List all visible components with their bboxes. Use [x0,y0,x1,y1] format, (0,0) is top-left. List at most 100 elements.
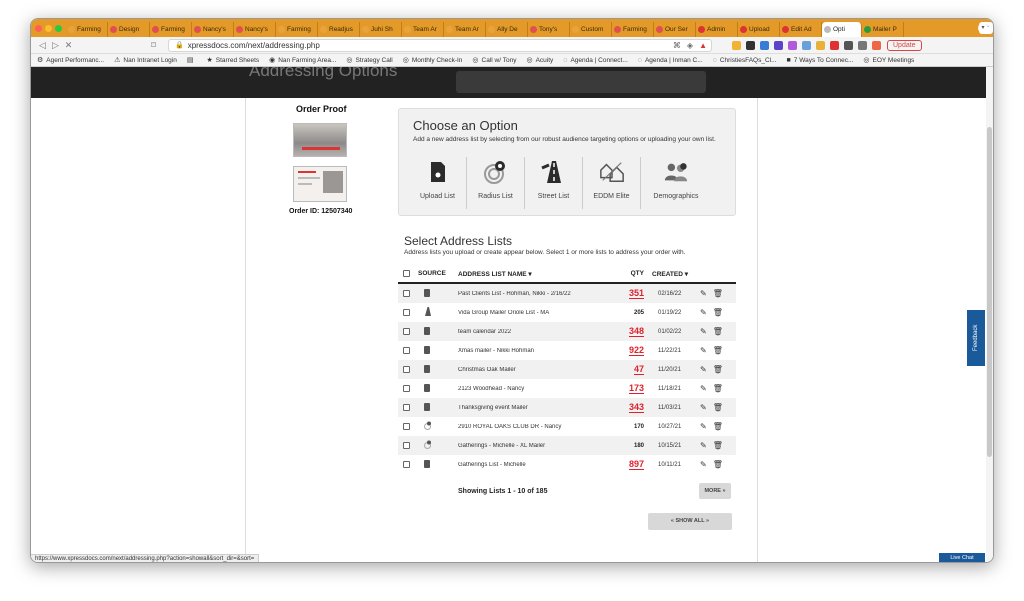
profile-icon[interactable] [872,40,881,50]
row-checkbox[interactable] [403,442,410,449]
scrollbar-thumb[interactable] [987,127,992,457]
forward-icon[interactable]: ▷ [49,40,62,51]
maximize-window-icon[interactable] [55,24,62,32]
row-checkbox[interactable] [403,347,410,354]
extension-icon[interactable] [732,40,741,50]
puzzle-icon[interactable] [844,40,853,50]
browser-tab[interactable]: Admin [696,22,738,37]
extension-icon[interactable] [802,40,811,50]
trash-icon[interactable]: 🗑 [713,346,723,355]
feedback-tab[interactable]: Feedback [967,310,985,366]
browser-tab[interactable]: Opti [822,22,862,37]
browser-tab[interactable]: Farming [66,22,108,37]
bookmark-item[interactable]: ◉ Nan Farming Area... [269,56,336,65]
list-qty[interactable]: 343 [628,402,644,413]
browser-tab[interactable]: Upload [738,22,780,37]
update-button[interactable]: Update [887,39,922,51]
extension-icon[interactable] [760,40,769,50]
bookmark-item[interactable]: ◎ Acuity [526,56,553,65]
bookmark-item[interactable]: ★ Starred Sheets [206,56,259,65]
list-qty[interactable]: 922 [628,345,644,356]
list-qty[interactable]: 348 [628,326,644,337]
row-checkbox[interactable] [403,461,410,468]
edit-icon[interactable]: ✎ [700,365,707,374]
row-checkbox[interactable] [403,404,410,411]
browser-tab[interactable]: Team Ar [444,22,486,37]
url-field[interactable]: 🔒 xpressdocs.com/next/addressing.php ⌘ ◈… [168,38,712,52]
option-demographics[interactable]: Demographics [641,157,711,209]
minimize-window-icon[interactable] [45,24,52,32]
bookmark-item[interactable]: ⚙ Agent Performanc... [37,56,104,65]
browser-tab[interactable]: Ally De [486,22,528,37]
browser-tab[interactable]: Tony's [528,22,570,37]
bookmark-item[interactable]: ▤ [187,56,197,64]
browser-tab[interactable]: Readjus [318,22,360,37]
trash-icon[interactable]: 🗑 [713,460,723,469]
row-checkbox[interactable] [403,328,410,335]
row-checkbox[interactable] [403,423,410,430]
edit-icon[interactable]: ✎ [700,289,707,298]
trash-icon[interactable]: 🗑 [713,289,723,298]
column-created[interactable]: CREATED ▾ [646,270,688,278]
browser-tab[interactable]: Farming [612,22,654,37]
browser-tab[interactable]: Our Ser [654,22,696,37]
edit-icon[interactable]: ✎ [700,422,707,431]
browser-tab[interactable]: Nancy's [192,22,234,37]
trash-icon[interactable]: 🗑 [713,308,723,317]
bookmark-item[interactable]: ◌ Agenda | Connect... [563,57,628,64]
browser-tab[interactable]: Mailer P [862,22,904,37]
close-window-icon[interactable] [35,24,42,32]
page-scrollbar[interactable] [986,67,993,562]
edit-icon[interactable]: ✎ [700,308,707,317]
live-chat-button[interactable]: Live Chat [939,553,985,562]
list-qty[interactable]: 897 [628,459,644,470]
show-all-button[interactable]: « SHOW ALL » [648,513,732,530]
bookmark-item[interactable]: ◎ Monthly Check-In [403,56,463,65]
browser-tab[interactable]: Edit Ad [780,22,822,37]
option-street-list[interactable]: Street List [525,157,583,209]
trash-icon[interactable]: 🗑 [713,384,723,393]
extension-icon[interactable] [816,40,825,50]
stop-icon[interactable]: ✕ [62,40,75,51]
bookmark-item[interactable]: ◎ Call w/ Tony [472,56,516,65]
option-eddm-elite[interactable]: EDDM Elite [583,157,641,209]
shortcut-icon[interactable]: ⌘ [673,41,681,50]
bookmark-item[interactable]: ◌ ChristiesFAQs_Cl... [713,57,777,64]
back-icon[interactable]: ◁ [36,40,49,51]
browser-tab[interactable]: Custom [570,22,612,37]
list-qty[interactable]: 173 [628,383,644,394]
list-qty[interactable]: 351 [628,288,644,299]
shield-icon[interactable]: ◈ [687,41,693,50]
browser-tab[interactable]: Farming [150,22,192,37]
edit-icon[interactable]: ✎ [700,327,707,336]
browser-tab[interactable]: Nancy's [234,22,276,37]
bookmark-page-icon[interactable]: ⌑ [147,40,160,51]
proof-back-thumbnail[interactable] [293,166,347,202]
browser-tab[interactable]: Design [108,22,150,37]
row-checkbox[interactable] [403,385,410,392]
proof-front-thumbnail[interactable] [293,123,347,157]
browser-tab[interactable]: Team Ar [402,22,444,37]
row-checkbox[interactable] [403,366,410,373]
select-all-checkbox[interactable] [403,270,410,277]
more-button[interactable]: MORE » [699,483,731,499]
bookmark-item[interactable]: ⚠ Nan Intranet Login [114,56,177,65]
extension-icon[interactable] [774,40,783,50]
option-radius-list[interactable]: Radius List [467,157,525,209]
bookmark-item[interactable]: ◎ Strategy Call [346,56,392,65]
alert-icon[interactable]: ▲ [699,41,707,50]
row-checkbox[interactable] [403,290,410,297]
tab-list-chevron-icon[interactable]: ▾ [978,23,988,33]
trash-icon[interactable]: 🗑 [713,403,723,412]
row-checkbox[interactable] [403,309,410,316]
bookmark-item[interactable]: ■ 7 Ways To Connec... [787,57,854,64]
list-qty[interactable]: 47 [633,364,644,375]
bookmark-item[interactable]: ◌ Agenda | Inman C... [638,57,703,64]
option-upload-list[interactable]: Upload List [409,157,467,209]
extension-icon[interactable] [746,40,755,50]
browser-tab[interactable]: Farming [276,22,318,37]
trash-icon[interactable]: 🗑 [713,327,723,336]
sidebar-icon[interactable] [858,40,867,50]
trash-icon[interactable]: 🗑 [713,365,723,374]
browser-tab[interactable]: Juhi Sh [360,22,402,37]
